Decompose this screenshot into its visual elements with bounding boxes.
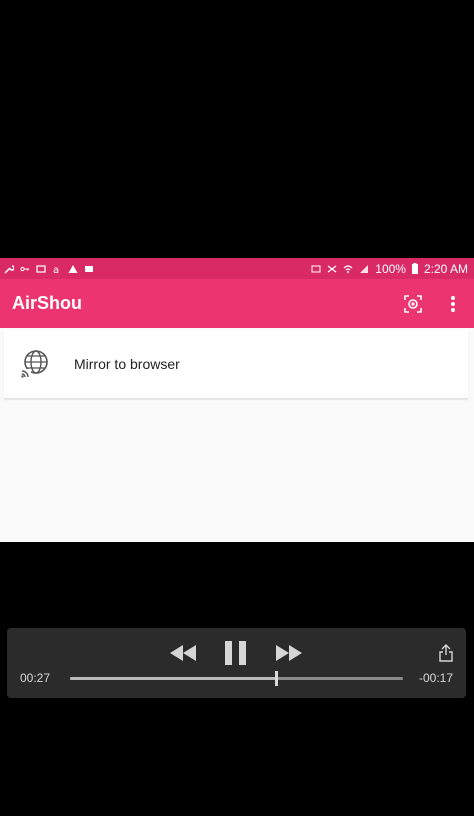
time-elapsed: 00:27 xyxy=(20,671,51,685)
battery-icon xyxy=(411,263,418,274)
image-icon xyxy=(85,265,93,272)
status-time: 2:20 AM xyxy=(423,261,468,276)
fast-forward-icon[interactable] xyxy=(275,644,303,662)
playback-controls xyxy=(7,636,466,672)
list-item-label: Mirror to browser xyxy=(74,356,180,372)
photo-icon xyxy=(36,264,46,273)
pause-icon[interactable] xyxy=(224,640,248,666)
battery-percent: 100% xyxy=(375,261,406,276)
cast-icon xyxy=(311,265,321,272)
share-icon[interactable] xyxy=(439,644,453,662)
status-left-icons: a xyxy=(0,264,94,274)
amazon-icon: a xyxy=(53,265,59,274)
warning-icon xyxy=(68,264,78,273)
scrubber-thumb[interactable] xyxy=(275,671,279,686)
key-icon xyxy=(20,266,30,271)
more-vert-icon[interactable] xyxy=(450,295,456,313)
svg-text:a: a xyxy=(53,265,59,274)
app-title: AirShou xyxy=(12,293,82,313)
status-bar: a 100% 2:20 AM xyxy=(0,258,474,279)
signal-icon xyxy=(360,264,369,273)
video-player-controls: 00:27 -00:17 xyxy=(7,628,466,698)
cast-browser-icon xyxy=(21,350,48,378)
status-right-icons: 100% 2:20 AM xyxy=(311,262,474,276)
time-remaining: -00:17 xyxy=(418,671,453,685)
rewind-icon[interactable] xyxy=(169,644,197,662)
wifi-icon xyxy=(343,264,353,273)
app-toolbar: AirShou xyxy=(0,279,474,328)
nfc-icon xyxy=(327,265,337,272)
toolbar-actions xyxy=(404,294,456,313)
scrubber-progress xyxy=(70,677,277,680)
record-icon[interactable] xyxy=(404,294,422,313)
scrubber-track[interactable] xyxy=(70,671,403,686)
phone-screen: a 100% 2:20 AM AirShou Mirror to browser xyxy=(0,258,474,542)
list-item-mirror-to-browser[interactable]: Mirror to browser xyxy=(4,330,468,399)
wrench-icon xyxy=(4,264,14,274)
